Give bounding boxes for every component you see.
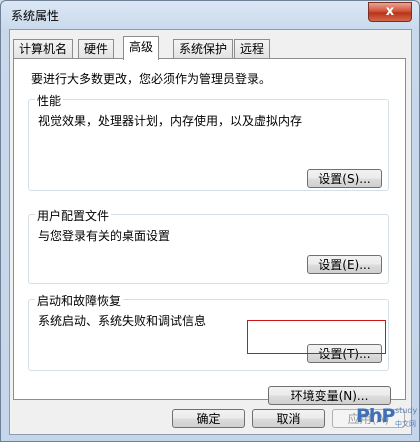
system-properties-window: 系统属性 x 计算机名 硬件 高级 系统保护 远程 要进行大多数更改，您必须作为… (0, 0, 420, 442)
close-icon: x (385, 4, 395, 19)
tab-hardware[interactable]: 硬件 (78, 39, 115, 59)
window-title: 系统属性 (11, 9, 60, 23)
php-study-watermark: PhP study 中文网 (356, 403, 418, 440)
close-button[interactable]: x (368, 2, 412, 22)
tab-system-protection[interactable]: 系统保护 (173, 39, 234, 59)
performance-group: 性能 视觉效果，处理器计划，内存使用，以及虚拟内存 设置(S)... (28, 92, 389, 191)
title-bar[interactable]: 系统属性 x (1, 1, 419, 31)
watermark-cn: 中文网 (395, 420, 416, 428)
performance-title: 性能 (35, 92, 64, 109)
tab-advanced[interactable]: 高级 (123, 36, 160, 60)
environment-variables-highlight (247, 320, 386, 354)
user-profiles-title: 用户配置文件 (35, 207, 112, 224)
tab-remote[interactable]: 远程 (234, 39, 271, 59)
performance-settings-button[interactable]: 设置(S)... (307, 169, 382, 188)
startup-recovery-description: 系统启动、系统失败和调试信息 (38, 314, 207, 328)
performance-description: 视觉效果，处理器计划，内存使用，以及虚拟内存 (38, 114, 303, 128)
cancel-button[interactable]: 取消 (252, 409, 325, 428)
startup-recovery-title: 启动和故障恢复 (35, 292, 124, 309)
dialog-body: 计算机名 硬件 高级 系统保护 远程 要进行大多数更改，您必须作为管理员登录。 … (9, 29, 412, 435)
ok-button[interactable]: 确定 (172, 409, 245, 428)
user-profiles-settings-button[interactable]: 设置(E)... (307, 255, 382, 274)
watermark-brand: PhP (356, 405, 395, 427)
admin-note: 要进行大多数更改，您必须作为管理员登录。 (31, 72, 272, 86)
tab-computer-name[interactable]: 计算机名 (13, 39, 74, 59)
watermark-sub: study (395, 406, 418, 415)
user-profiles-group: 用户配置文件 与您登录有关的桌面设置 设置(E)... (28, 207, 389, 284)
user-profiles-description: 与您登录有关的桌面设置 (38, 229, 171, 243)
